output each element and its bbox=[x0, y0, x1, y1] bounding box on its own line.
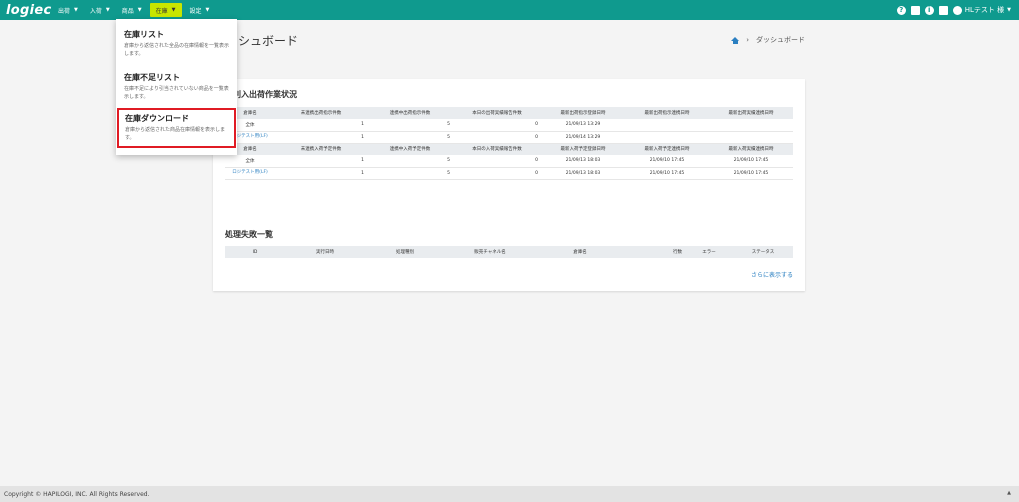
chevron-down-icon: ▼ bbox=[105, 7, 110, 13]
table-row: ロジテスト用(LF) 1 5 0 21/09/13 18:03 21/09/10… bbox=[225, 167, 793, 180]
inventory-dropdown: 在庫リスト 倉庫から返信された全品の在庫情報を一覧表示します。 在庫不足リスト … bbox=[116, 19, 237, 155]
show-more-link[interactable]: さらに表示する bbox=[751, 270, 793, 279]
page-title: シュボード bbox=[238, 34, 299, 48]
warehouse-link[interactable]: ロジテスト用(LF) bbox=[225, 167, 275, 180]
chevron-down-icon: ▼ bbox=[1007, 7, 1011, 13]
breadcrumb: › ダッシュボード bbox=[731, 35, 805, 45]
chevron-down-icon: ▼ bbox=[74, 7, 78, 13]
table-header-row: 倉庫名 未連携入荷予定件数 連携中入荷予定件数 本日の入荷実績報告件数 最新入荷… bbox=[225, 143, 793, 155]
chart-icon[interactable] bbox=[938, 5, 948, 15]
nav-products[interactable]: 商品 ▼ bbox=[116, 0, 148, 20]
user-avatar-icon bbox=[952, 5, 962, 15]
breadcrumb-separator: › bbox=[746, 36, 749, 44]
briefcase-icon[interactable] bbox=[910, 5, 920, 15]
nav-right: ? i HLテスト 様 ▼ bbox=[896, 5, 1011, 15]
table-row: 全体 1 5 0 21/09/13 13:29 bbox=[225, 119, 793, 132]
user-menu[interactable]: HLテスト 様 ▼ bbox=[952, 5, 1011, 15]
user-name: HLテスト 様 bbox=[964, 6, 1005, 14]
dropdown-item-stock-shortage[interactable]: 在庫不足リスト 在庫不足により引当されていない商品を一覧表示します。 bbox=[116, 69, 237, 104]
failure-list-table: ID 実行日時 処理種別 販売チャネル名 倉庫名 行数 エラー ステータス bbox=[225, 246, 793, 258]
info-icon[interactable]: i bbox=[924, 5, 934, 15]
top-navbar: logiec 出荷 ▼ 入荷 ▼ 商品 ▼ 在庫 ▼ 設定 ▼ ? i HLテスト 様 ▼ bbox=[0, 0, 1019, 20]
table-header-row: ID 実行日時 処理種別 販売チャネル名 倉庫名 行数 エラー ステータス bbox=[225, 246, 793, 258]
nav-settings[interactable]: 設定 ▼ bbox=[184, 0, 216, 20]
footer: Copyright © HAPILOGI, INC. All Rights Re… bbox=[0, 486, 1019, 502]
warehouse-status-table: 倉庫名 未連携出荷指示件数 連携中出荷指示件数 本日の出荷実績報告件数 最新出荷… bbox=[225, 107, 793, 180]
table-row: ロジテスト用(LF) 1 5 0 21/09/14 13:29 bbox=[225, 131, 793, 144]
chevron-down-icon: ▼ bbox=[171, 7, 176, 13]
dropdown-item-stock-list[interactable]: 在庫リスト 倉庫から返信された全品の在庫情報を一覧表示します。 bbox=[116, 26, 237, 61]
table-header-row: 倉庫名 未連携出荷指示件数 連携中出荷指示件数 本日の出荷実績報告件数 最新出荷… bbox=[225, 107, 793, 119]
help-icon[interactable]: ? bbox=[896, 5, 906, 15]
chevron-down-icon: ▼ bbox=[137, 7, 142, 13]
home-icon[interactable] bbox=[731, 36, 740, 44]
nav-shipping[interactable]: 出荷 ▼ bbox=[52, 0, 84, 20]
dropdown-item-stock-download[interactable]: 在庫ダウンロード 倉庫から返信された商品在庫情報を表示します。 bbox=[117, 108, 236, 148]
nav-inventory[interactable]: 在庫 ▼ bbox=[149, 3, 182, 17]
dashboard-card: 庫別入出荷作業状況 倉庫名 未連携出荷指示件数 連携中出荷指示件数 本日の出荷実… bbox=[213, 79, 805, 291]
chevron-down-icon: ▼ bbox=[205, 7, 210, 13]
scroll-top-icon[interactable]: ▲ bbox=[1007, 490, 1011, 496]
table-row: 全体 1 5 0 21/09/13 18:03 21/09/10 17:45 2… bbox=[225, 155, 793, 168]
copyright: Copyright © HAPILOGI, INC. All Rights Re… bbox=[4, 490, 150, 498]
nav-receiving[interactable]: 入荷 ▼ bbox=[84, 0, 116, 20]
main-menu: 出荷 ▼ 入荷 ▼ 商品 ▼ 在庫 ▼ 設定 ▼ bbox=[52, 0, 215, 20]
section-title-failures: 処理失敗一覧 bbox=[225, 230, 273, 239]
logo[interactable]: logiec bbox=[6, 3, 51, 18]
breadcrumb-current: ダッシュボード bbox=[756, 36, 805, 44]
